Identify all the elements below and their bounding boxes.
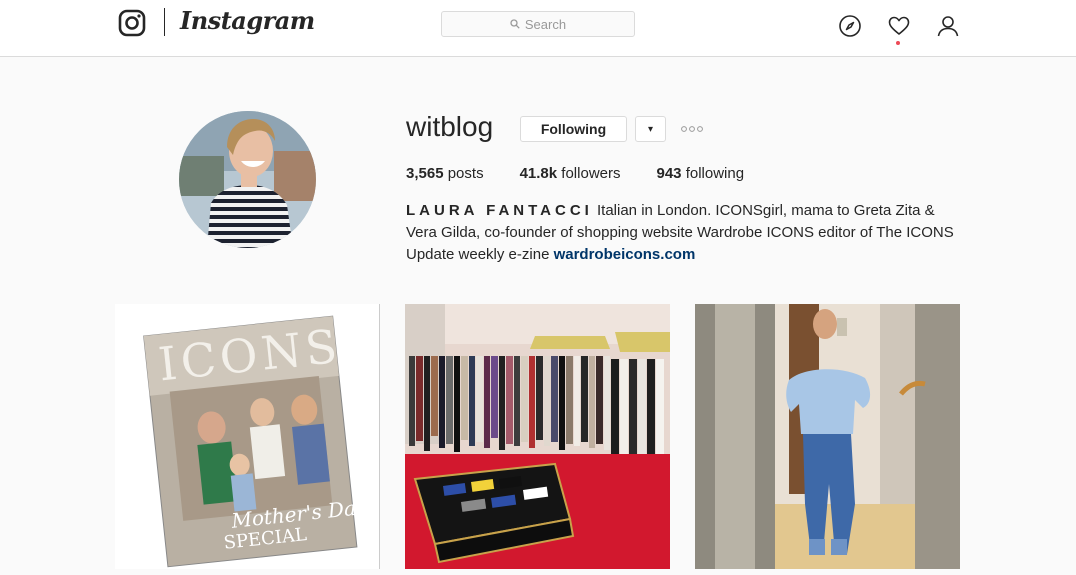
chevron-down-icon: ▾	[647, 123, 654, 135]
posts-count: 3,565 posts	[406, 165, 484, 182]
profile-icon[interactable]	[936, 14, 960, 38]
more-options-icon[interactable]	[680, 122, 704, 136]
following-count[interactable]: 943 following	[656, 165, 744, 182]
profile-bio: LAURA FANTACCI Italian in London. ICONSg…	[406, 200, 966, 266]
compass-icon[interactable]	[838, 14, 862, 38]
post-thumbnail[interactable]: ICONS Mother's Day SPECIAL	[115, 304, 380, 569]
post-image-magazine-cover: ICONS Mother's Day SPECIAL	[115, 304, 380, 569]
search-icon	[510, 19, 520, 29]
bio-website-link[interactable]: wardrobeicons.com	[554, 246, 696, 263]
following-button[interactable]: Following	[520, 116, 627, 142]
search-placeholder: Search	[524, 16, 567, 32]
profile-stats: 3,565 posts 41.8k followers 943 followin…	[406, 165, 780, 182]
logo-divider	[164, 8, 165, 36]
notification-dot	[896, 41, 900, 45]
top-navigation-bar: Instagram Search	[0, 0, 1076, 57]
followers-count[interactable]: 41.8k followers	[520, 165, 621, 182]
post-image-mirror-selfie	[695, 304, 960, 569]
follow-options-button[interactable]: ▾	[635, 116, 666, 142]
profile-username: witblog	[406, 111, 494, 142]
instagram-logo-icon[interactable]	[118, 9, 146, 37]
instagram-wordmark[interactable]: Instagram	[180, 6, 315, 35]
heart-icon[interactable]	[887, 14, 911, 38]
search-input[interactable]: Search	[441, 11, 635, 37]
post-thumbnail[interactable]	[695, 304, 960, 569]
profile-avatar[interactable]	[179, 111, 316, 248]
post-thumbnail[interactable]	[405, 304, 670, 569]
post-image-store-interior	[405, 304, 670, 569]
bio-full-name: LAURA FANTACCI	[406, 202, 593, 219]
avatar-photo	[179, 111, 316, 248]
